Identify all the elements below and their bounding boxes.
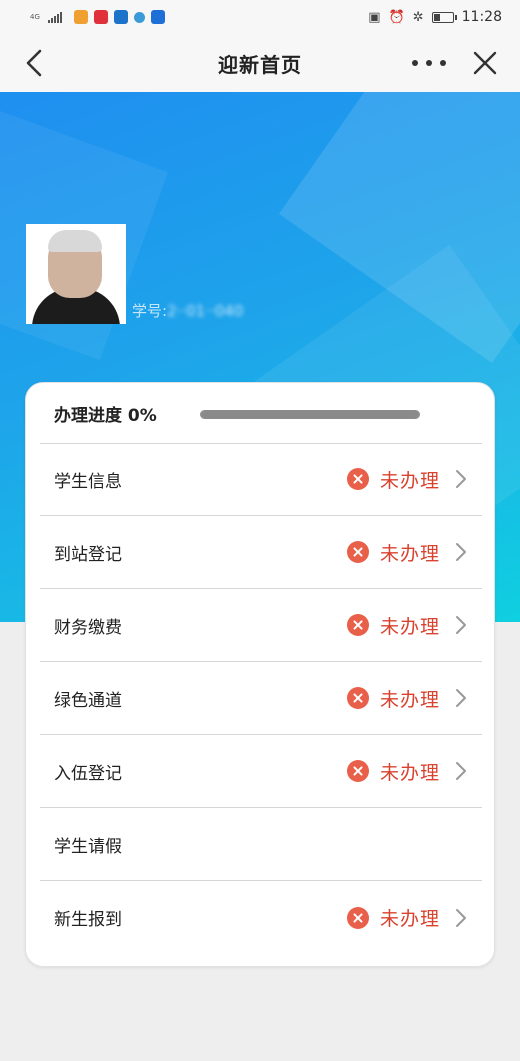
task-status: 未办理 — [346, 466, 472, 493]
battery-icon — [431, 11, 457, 23]
task-row-finance-payment[interactable]: 财务缴费 未办理 — [40, 589, 482, 662]
nav-bar: 迎新首页 — [0, 34, 520, 92]
notification-app-icon-1 — [73, 10, 88, 24]
error-x-icon — [346, 541, 369, 563]
status-text: 未办理 — [379, 542, 440, 565]
signal-icon — [47, 11, 62, 23]
task-row-student-leave[interactable]: 学生请假 — [40, 808, 482, 881]
error-x-icon — [346, 906, 369, 929]
bluetooth-icon: ✲ — [412, 9, 424, 25]
chevron-right-icon — [456, 616, 466, 634]
task-label: 学生信息 — [54, 471, 122, 492]
status-text: 未办理 — [379, 908, 440, 930]
status-bar: 4G ▣ ⏰ ✲ 11:28 — [0, 0, 520, 34]
notification-app-icon-5 — [150, 10, 165, 24]
chevron-right-icon — [456, 762, 466, 780]
status-left: 4G — [30, 10, 165, 24]
task-label: 学生请假 — [54, 836, 122, 857]
status-text: 未办理 — [379, 615, 440, 638]
notification-app-icon-4 — [133, 11, 145, 23]
task-label: 绿色通道 — [54, 690, 122, 711]
status-text: 未办理 — [379, 469, 440, 492]
task-label: 财务缴费 — [54, 617, 122, 638]
more-icon[interactable] — [412, 54, 446, 72]
task-status: 未办理 — [346, 612, 472, 639]
page-title: 迎新首页 — [218, 52, 302, 77]
task-row-station-registration[interactable]: 到站登记 未办理 — [40, 516, 482, 589]
progress-bar — [200, 410, 420, 419]
student-id: 学号:2··01··040 — [132, 300, 243, 321]
back-icon[interactable] — [22, 48, 50, 78]
close-icon[interactable] — [470, 48, 500, 78]
error-x-icon — [346, 760, 369, 782]
nfc-icon: ▣ — [368, 9, 381, 25]
clock: 11:28 — [461, 9, 502, 25]
chevron-right-icon — [456, 470, 466, 488]
task-status: 未办理 — [346, 904, 472, 931]
progress-row: 办理进度 0% — [40, 383, 482, 444]
avatar — [26, 224, 126, 324]
chevron-right-icon — [456, 908, 466, 927]
student-id-label: 学号: — [132, 302, 168, 320]
progress-label: 办理进度 0% — [54, 405, 157, 426]
task-label: 入伍登记 — [54, 763, 122, 784]
task-row-green-channel[interactable]: 绿色通道 未办理 — [40, 662, 482, 735]
task-row-student-info[interactable]: 学生信息 未办理 — [40, 443, 482, 516]
task-row-freshman-checkin[interactable]: 新生报到 未办理 — [40, 881, 482, 954]
error-x-icon — [346, 687, 369, 709]
notification-app-icon-3 — [113, 10, 128, 24]
task-label: 到站登记 — [54, 544, 122, 565]
task-status: 未办理 — [346, 685, 472, 712]
chevron-right-icon — [456, 689, 466, 707]
task-status: 未办理 — [346, 539, 472, 566]
network-type: 4G — [30, 12, 40, 21]
status-right: ▣ ⏰ ✲ 11:28 — [368, 9, 502, 25]
task-status: 未办理 — [346, 758, 472, 785]
task-label: 新生报到 — [54, 910, 122, 930]
error-x-icon — [346, 614, 369, 636]
student-id-value: 2··01··040 — [167, 302, 244, 320]
chevron-right-icon — [456, 543, 466, 561]
task-row-enlistment-registration[interactable]: 入伍登记 未办理 — [40, 735, 482, 808]
alarm-icon: ⏰ — [388, 9, 405, 25]
status-text: 未办理 — [379, 761, 440, 784]
status-text: 未办理 — [379, 688, 440, 711]
task-card: 办理进度 0% 学生信息 未办理 到站登记 未办理 财务缴费 未办理 绿色通道 — [25, 382, 495, 967]
error-x-icon — [346, 468, 369, 490]
notification-app-icon-2 — [93, 10, 108, 24]
